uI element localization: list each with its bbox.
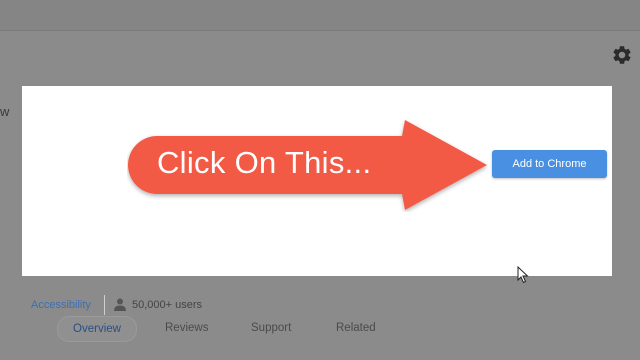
header-divider [0,30,640,31]
add-to-chrome-button[interactable]: Add to Chrome [492,150,607,178]
user-icon [114,298,126,311]
callout-text: Click On This... [157,145,372,180]
divider [104,295,105,315]
user-count: 50,000+ users [132,299,203,311]
gear-icon[interactable] [611,44,633,66]
truncated-text: w [0,104,10,119]
top-band [0,0,640,30]
mouse-cursor-icon [517,266,529,284]
category-link[interactable]: Accessibility [31,299,91,311]
tab-overview[interactable]: Overview [57,316,137,342]
tab-reviews[interactable]: Reviews [165,322,208,334]
tab-support[interactable]: Support [251,322,291,334]
tab-related[interactable]: Related [336,322,376,334]
